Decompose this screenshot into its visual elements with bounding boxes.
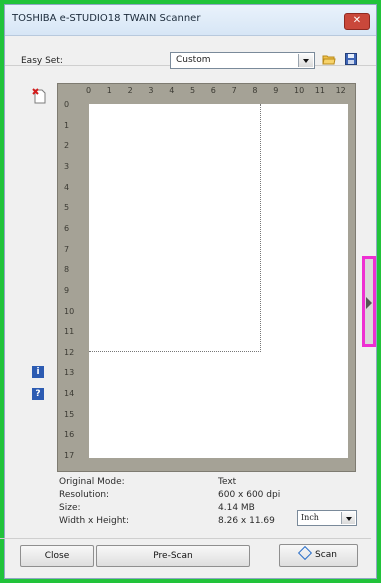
chevron-right-icon bbox=[366, 297, 372, 309]
scan-icon bbox=[297, 545, 313, 561]
ruler-v-tick-label: 2 bbox=[64, 141, 70, 151]
close-button[interactable]: Close bbox=[20, 545, 94, 567]
ruler-v-tick-label: 10 bbox=[64, 306, 75, 316]
ruler-h-tick-label: 8 bbox=[252, 86, 258, 95]
clear-preview-icon[interactable] bbox=[32, 88, 46, 104]
ruler-v-tick-label: 11 bbox=[64, 327, 75, 337]
scan-area-selection[interactable] bbox=[89, 104, 261, 352]
easy-set-label: Easy Set: bbox=[21, 56, 63, 66]
close-icon: ✕ bbox=[352, 15, 362, 26]
ruler-h-tick-label: 1 bbox=[106, 86, 112, 95]
ruler-v-tick-label: 8 bbox=[64, 265, 70, 275]
ruler-h-tick-label: 7 bbox=[231, 86, 237, 95]
ruler-h-tick-label: 0 bbox=[86, 86, 92, 95]
chevron-down-icon[interactable] bbox=[298, 54, 313, 67]
ruler-v-tick-label: 17 bbox=[64, 451, 75, 461]
ruler-v-tick-label: 0 bbox=[64, 100, 70, 109]
ruler-v-tick-label: 12 bbox=[64, 347, 75, 357]
ruler-v-tick-label: 15 bbox=[64, 409, 75, 419]
ruler-h-tick-label: 6 bbox=[210, 86, 216, 95]
resolution-label: Resolution: bbox=[59, 490, 110, 500]
pre-scan-button[interactable]: Pre-Scan bbox=[96, 545, 250, 567]
ruler-v-tick-label: 16 bbox=[64, 430, 75, 440]
scan-button-label: Scan bbox=[315, 550, 337, 560]
chevron-down-icon[interactable] bbox=[341, 512, 355, 524]
ruler-v-tick-label: 6 bbox=[64, 223, 70, 233]
window-title: TOSHIBA e-STUDIO18 TWAIN Scanner bbox=[12, 13, 201, 24]
width-height-value: 8.26 x 11.69 bbox=[218, 516, 275, 526]
ruler-v-tick-label: 1 bbox=[64, 120, 70, 130]
folder-icon[interactable] bbox=[322, 53, 336, 65]
scan-button[interactable]: Scan bbox=[279, 544, 358, 567]
side-panel-toggle[interactable] bbox=[362, 256, 376, 347]
width-height-label: Width x Height: bbox=[59, 516, 129, 526]
size-value: 4.14 MB bbox=[218, 503, 255, 513]
ruler-h-tick-label: 9 bbox=[273, 86, 279, 95]
unit-select[interactable]: Inch bbox=[297, 510, 357, 526]
original-mode-label: Original Mode: bbox=[59, 477, 125, 487]
ruler-v-tick-label: 14 bbox=[64, 389, 75, 399]
ruler-v-tick-label: 3 bbox=[64, 161, 70, 171]
title-bar: TOSHIBA e-STUDIO18 TWAIN Scanner ✕ bbox=[5, 5, 376, 36]
ruler-h-tick-label: 11 bbox=[314, 86, 325, 95]
resolution-value: 600 x 600 dpi bbox=[218, 490, 281, 500]
window-close-button[interactable]: ✕ bbox=[344, 13, 370, 30]
ruler-h-tick-label: 10 bbox=[294, 86, 305, 95]
help-icon-glyph: ? bbox=[35, 389, 41, 399]
easy-set-row: Easy Set: Custom bbox=[5, 35, 376, 69]
ruler-v-tick-label: 7 bbox=[64, 244, 70, 254]
ruler-h-tick-label: 5 bbox=[190, 86, 196, 95]
close-button-label: Close bbox=[44, 551, 70, 561]
ruler-h-tick-label: 2 bbox=[127, 86, 133, 95]
ruler-v-tick-label: 9 bbox=[64, 285, 70, 295]
pre-scan-button-label: Pre-Scan bbox=[153, 551, 193, 561]
ruler-v-tick-label: 4 bbox=[64, 182, 70, 192]
easy-set-select[interactable]: Custom bbox=[170, 52, 315, 69]
ruler-h-tick-label: 3 bbox=[148, 86, 154, 95]
unit-value: Inch bbox=[301, 513, 319, 522]
ruler-v-tick-label: 5 bbox=[64, 203, 70, 213]
easy-set-value: Custom bbox=[176, 55, 211, 65]
ruler-v-tick-label: 13 bbox=[64, 368, 75, 378]
help-icon[interactable]: ? bbox=[32, 388, 44, 400]
info-icon-glyph: i bbox=[36, 367, 40, 377]
size-label: Size: bbox=[59, 503, 81, 513]
info-icon[interactable]: i bbox=[32, 366, 44, 378]
ruler-h-tick-label: 4 bbox=[169, 86, 175, 95]
original-mode-value: Text bbox=[218, 477, 237, 487]
ruler-h-tick-label: 12 bbox=[335, 86, 346, 95]
divider bbox=[0, 538, 371, 539]
save-icon[interactable] bbox=[345, 53, 357, 65]
